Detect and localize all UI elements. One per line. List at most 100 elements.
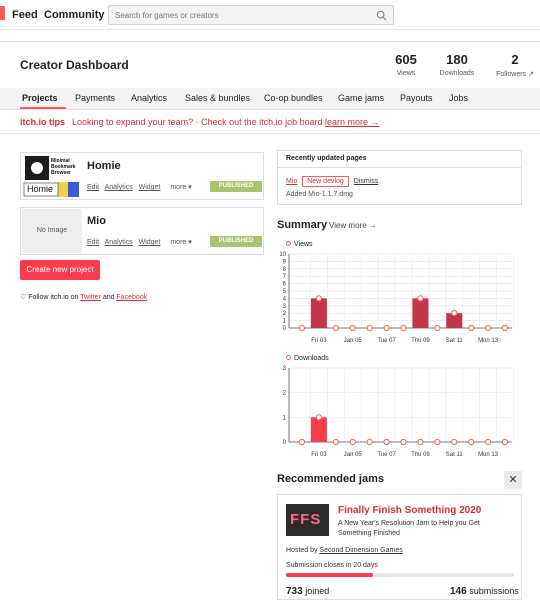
top-bar: Feed Community xyxy=(0,0,540,30)
y-tick-label: 9 xyxy=(283,259,287,265)
data-point xyxy=(315,414,323,421)
recent-game-link[interactable]: Mio xyxy=(286,178,297,185)
edit-link[interactable]: Edit xyxy=(87,239,99,246)
more-dropdown[interactable]: more ▾ xyxy=(170,184,191,191)
recent-update-text: Added Mio-1.1.7.dmg xyxy=(286,191,353,198)
jam-progress-fill xyxy=(286,573,373,577)
data-point xyxy=(484,438,492,446)
y-tick-label: 8 xyxy=(283,267,287,273)
x-tick-label: Mon 13 xyxy=(478,338,499,344)
jam-host-link[interactable]: Second Dimension Games xyxy=(319,547,402,554)
jam-card: FFS Finally Finish Something 2020 A New … xyxy=(277,494,522,600)
jam-host: Hosted by Second Dimension Games xyxy=(286,547,403,554)
submissions-label: submissions xyxy=(469,586,519,596)
views-legend-label: Views xyxy=(294,241,313,248)
new-devlog-button[interactable]: New devlog xyxy=(302,176,349,187)
y-tick-label: 3 xyxy=(283,366,287,372)
x-tick-label: Sat 11 xyxy=(446,452,464,458)
game-actions: Edit Analytics Widget more ▾ xyxy=(87,183,196,191)
y-tick-label: 4 xyxy=(283,296,287,302)
create-project-button[interactable]: Create new project xyxy=(20,260,100,280)
downloads-label: Downloads xyxy=(439,70,475,77)
data-point xyxy=(417,438,424,446)
views-legend: Views xyxy=(286,241,313,248)
game-title[interactable]: Homie xyxy=(87,160,121,172)
homie-thumbnail-text: Minimal Bookmark Browser xyxy=(51,158,76,176)
submission-deadline: Submission closes in 20 days xyxy=(286,562,378,569)
followers-count: 2 xyxy=(511,52,519,67)
more-dropdown[interactable]: more ▾ xyxy=(170,239,191,246)
nav-feed[interactable]: Feed xyxy=(12,9,38,21)
dashboard-header: Creator Dashboard 605 Views 180 Download… xyxy=(0,41,540,87)
x-tick-label: Sat 11 xyxy=(446,338,464,344)
data-point xyxy=(468,324,475,332)
analytics-link[interactable]: Analytics xyxy=(105,184,133,191)
data-point xyxy=(434,438,441,446)
data-point xyxy=(451,310,458,317)
tab-coop-bundles[interactable]: Co-op bundles xyxy=(264,93,323,103)
search-box[interactable] xyxy=(108,5,394,25)
followers-stat[interactable]: 2 Followers ↗ xyxy=(494,52,536,78)
data-point xyxy=(484,324,492,332)
search-icon[interactable] xyxy=(376,10,387,21)
edit-link[interactable]: Edit xyxy=(87,184,99,191)
jam-submissions: 146 submissions xyxy=(450,586,519,597)
followers-label: Followers ↗ xyxy=(496,71,534,78)
views-label: Views xyxy=(396,70,416,77)
jam-logo-text: FFS xyxy=(290,511,322,528)
y-tick-label: 1 xyxy=(283,319,287,325)
nav-community[interactable]: Community xyxy=(44,9,105,21)
y-tick-label: 1 xyxy=(283,415,287,421)
jam-joined: 733 joined xyxy=(286,586,329,597)
data-point xyxy=(468,438,475,446)
widget-link[interactable]: Widget xyxy=(139,184,161,191)
game-actions: Edit Analytics Widget more ▾ xyxy=(87,238,196,246)
follow-text: ♡ Follow itch.io on xyxy=(20,294,79,301)
homie-thumbnail-logo: Homie xyxy=(27,184,54,194)
chart-bar xyxy=(310,417,327,442)
search-input[interactable] xyxy=(115,8,365,22)
tab-projects[interactable]: Projects xyxy=(22,93,58,103)
joined-label: joined xyxy=(305,586,330,596)
y-tick-label: 5 xyxy=(283,289,287,295)
facebook-link[interactable]: Facebook xyxy=(116,294,147,301)
x-tick-label: Fri 03 xyxy=(311,452,327,458)
jam-progress-bar xyxy=(286,573,514,577)
itch-logo[interactable] xyxy=(0,6,5,20)
tab-payments[interactable]: Payments xyxy=(75,93,115,103)
view-more-link[interactable]: View more → xyxy=(329,221,377,230)
learn-more-link[interactable]: learn more → xyxy=(325,117,380,127)
game-title[interactable]: Mio xyxy=(87,215,106,227)
tips-label: itch.io tips xyxy=(20,117,65,127)
jam-title[interactable]: Finally Finish Something 2020 xyxy=(338,505,481,516)
close-jams-button[interactable]: ✕ xyxy=(504,471,522,489)
views-stat[interactable]: 605 Views xyxy=(388,52,424,77)
twitter-link[interactable]: Twitter xyxy=(80,294,101,301)
tab-payouts[interactable]: Payouts xyxy=(400,93,433,103)
game-thumbnail[interactable]: Minimal Bookmark Browser Homie xyxy=(22,154,82,198)
downloads-count: 180 xyxy=(446,52,468,67)
y-tick-label: 0 xyxy=(283,440,287,446)
data-point xyxy=(383,438,390,446)
downloads-stat[interactable]: 180 Downloads xyxy=(436,52,478,77)
tab-game-jams[interactable]: Game jams xyxy=(338,93,384,103)
views-chart: 01 23 456 78 910 Fri 03 Jan 05 Tue 07 Thu 09 Sat … xyxy=(279,252,514,344)
dismiss-link[interactable]: Dismiss xyxy=(354,178,379,185)
tab-jobs[interactable]: Jobs xyxy=(449,93,468,103)
analytics-link[interactable]: Analytics xyxy=(105,239,133,246)
data-point xyxy=(366,324,373,332)
y-tick-label: 6 xyxy=(283,282,287,288)
data-point xyxy=(451,438,458,446)
jam-thumbnail[interactable]: FFS xyxy=(286,504,329,536)
x-tick-label: Tue 07 xyxy=(377,338,396,344)
widget-link[interactable]: Widget xyxy=(139,239,161,246)
y-tick-label: 10 xyxy=(279,252,286,258)
y-tick-label: 2 xyxy=(283,311,287,317)
y-tick-label: 7 xyxy=(283,274,287,280)
data-point xyxy=(501,438,509,446)
follow-links: ♡ Follow itch.io on Twitter and Facebook xyxy=(20,293,147,301)
game-thumbnail[interactable]: No Image xyxy=(22,209,82,253)
tips-bar: itch.io tips Looking to expand your team… xyxy=(0,110,540,134)
tab-analytics[interactable]: Analytics xyxy=(131,93,167,103)
tab-sales-bundles[interactable]: Sales & bundles xyxy=(185,93,250,103)
